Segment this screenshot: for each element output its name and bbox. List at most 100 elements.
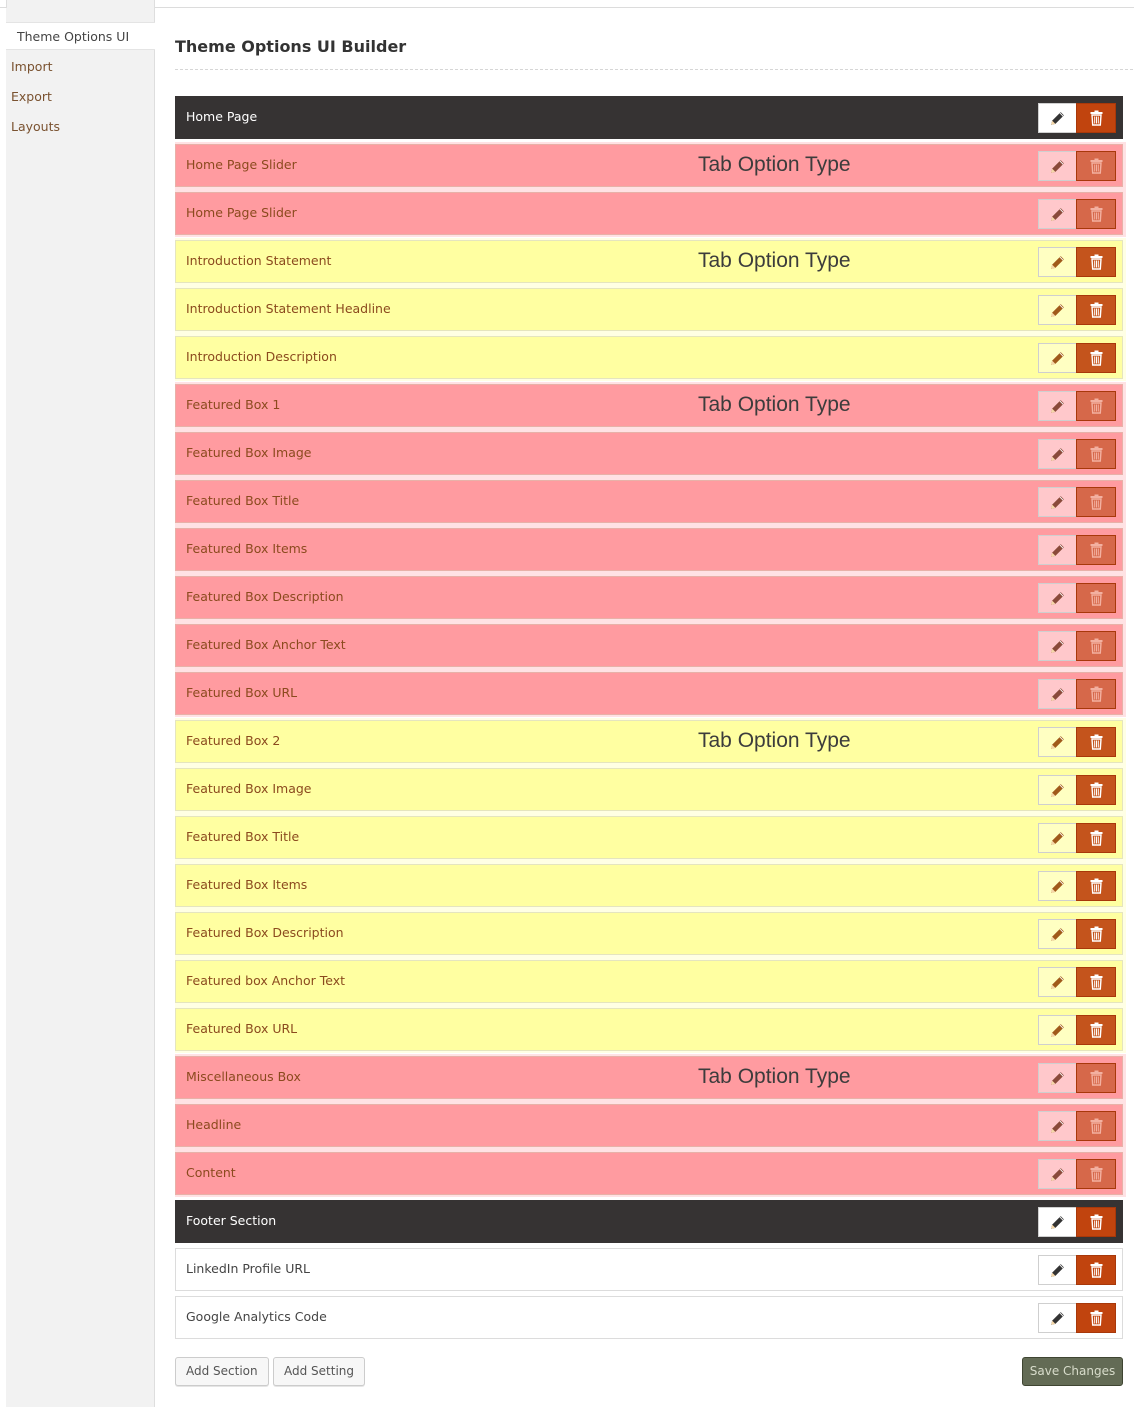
edit-button[interactable]	[1038, 343, 1077, 373]
setting-row[interactable]: Featured Box Description	[175, 576, 1123, 619]
trash-icon	[1089, 878, 1104, 894]
row-label: Home Page	[186, 109, 258, 124]
setting-row[interactable]: Miscellaneous Box Tab Option Type	[175, 1056, 1123, 1099]
sidebar-item-import[interactable]: Import	[11, 59, 53, 74]
pencil-icon	[1049, 590, 1066, 607]
edit-button[interactable]	[1038, 1207, 1077, 1237]
delete-button[interactable]	[1076, 967, 1116, 997]
edit-button[interactable]	[1038, 535, 1077, 565]
row-label: Home Page Slider	[186, 157, 297, 172]
edit-button[interactable]	[1038, 247, 1077, 277]
setting-row[interactable]: Featured Box Description	[175, 912, 1123, 955]
delete-button[interactable]	[1076, 1015, 1116, 1045]
edit-button[interactable]	[1038, 439, 1077, 469]
delete-button[interactable]	[1076, 1159, 1116, 1189]
delete-button[interactable]	[1076, 391, 1116, 421]
sidebar-item-export[interactable]: Export	[11, 89, 52, 104]
delete-button[interactable]	[1076, 247, 1116, 277]
row-label: Footer Section	[186, 1213, 277, 1228]
delete-button[interactable]	[1076, 103, 1116, 133]
delete-button[interactable]	[1076, 727, 1116, 757]
setting-row[interactable]: Featured Box Items	[175, 528, 1123, 571]
edit-button[interactable]	[1038, 679, 1077, 709]
edit-button[interactable]	[1038, 631, 1077, 661]
setting-row[interactable]: Headline	[175, 1104, 1123, 1147]
setting-row[interactable]: Featured Box Items	[175, 864, 1123, 907]
trash-icon	[1089, 830, 1104, 846]
edit-button[interactable]	[1038, 1159, 1077, 1189]
edit-button[interactable]	[1038, 1015, 1077, 1045]
trash-icon	[1089, 350, 1104, 366]
delete-button[interactable]	[1076, 295, 1116, 325]
delete-button[interactable]	[1076, 199, 1116, 229]
setting-row[interactable]: Introduction Statement Headline	[175, 288, 1123, 331]
edit-button[interactable]	[1038, 1063, 1077, 1093]
delete-button[interactable]	[1076, 823, 1116, 853]
edit-button[interactable]	[1038, 727, 1077, 757]
setting-row[interactable]: Featured Box 2 Tab Option Type	[175, 720, 1123, 763]
setting-row[interactable]: Featured Box Image	[175, 768, 1123, 811]
add-setting-button[interactable]: Add Setting	[273, 1357, 366, 1386]
trash-icon	[1089, 542, 1104, 558]
delete-button[interactable]	[1076, 1207, 1116, 1237]
setting-row[interactable]: Home Page Slider Tab Option Type	[175, 144, 1123, 187]
delete-button[interactable]	[1076, 151, 1116, 181]
delete-button[interactable]	[1076, 535, 1116, 565]
edit-button[interactable]	[1038, 487, 1077, 517]
edit-button[interactable]	[1038, 1255, 1077, 1285]
setting-row[interactable]: Home Page Slider	[175, 192, 1123, 235]
edit-button[interactable]	[1038, 295, 1077, 325]
delete-button[interactable]	[1076, 343, 1116, 373]
setting-row[interactable]: Featured Box 1 Tab Option Type	[175, 384, 1123, 427]
delete-button[interactable]	[1076, 919, 1116, 949]
setting-row[interactable]: Introduction Statement Tab Option Type	[175, 240, 1123, 283]
delete-button[interactable]	[1076, 775, 1116, 805]
setting-row[interactable]: Featured Box URL	[175, 672, 1123, 715]
setting-row[interactable]: Featured Box Title	[175, 480, 1123, 523]
delete-button[interactable]	[1076, 1111, 1116, 1141]
edit-button[interactable]	[1038, 871, 1077, 901]
delete-button[interactable]	[1076, 487, 1116, 517]
row-label: Miscellaneous Box	[186, 1069, 301, 1084]
sidebar-item-layouts[interactable]: Layouts	[11, 119, 60, 134]
trash-icon	[1089, 686, 1104, 702]
save-changes-button[interactable]: Save Changes	[1022, 1357, 1123, 1386]
delete-button[interactable]	[1076, 439, 1116, 469]
setting-row[interactable]: LinkedIn Profile URL	[175, 1248, 1123, 1291]
pencil-icon	[1049, 1262, 1066, 1279]
delete-button[interactable]	[1076, 631, 1116, 661]
delete-button[interactable]	[1076, 1063, 1116, 1093]
delete-button[interactable]	[1076, 1255, 1116, 1285]
section-row[interactable]: Footer Section	[175, 1200, 1123, 1243]
setting-row[interactable]: Featured Box Anchor Text	[175, 624, 1123, 667]
setting-row[interactable]: Featured box Anchor Text	[175, 960, 1123, 1003]
edit-button[interactable]	[1038, 967, 1077, 997]
edit-button[interactable]	[1038, 103, 1077, 133]
edit-button[interactable]	[1038, 1111, 1077, 1141]
delete-button[interactable]	[1076, 583, 1116, 613]
delete-button[interactable]	[1076, 679, 1116, 709]
trash-icon	[1089, 974, 1104, 990]
setting-row[interactable]: Featured Box URL	[175, 1008, 1123, 1051]
delete-button[interactable]	[1076, 1303, 1116, 1333]
setting-row[interactable]: Content	[175, 1152, 1123, 1195]
edit-button[interactable]	[1038, 775, 1077, 805]
setting-row[interactable]: Google Analytics Code	[175, 1296, 1123, 1339]
setting-row[interactable]: Introduction Description	[175, 336, 1123, 379]
setting-row[interactable]: Featured Box Title	[175, 816, 1123, 859]
edit-button[interactable]	[1038, 1303, 1077, 1333]
edit-button[interactable]	[1038, 919, 1077, 949]
setting-row[interactable]: Featured Box Image	[175, 432, 1123, 475]
edit-button[interactable]	[1038, 151, 1077, 181]
edit-button[interactable]	[1038, 583, 1077, 613]
pencil-icon	[1049, 1022, 1066, 1039]
section-row[interactable]: Home Page	[175, 96, 1123, 139]
delete-button[interactable]	[1076, 871, 1116, 901]
sidebar-item-theme-options-ui[interactable]: Theme Options UI	[6, 22, 155, 50]
row-label: Home Page Slider	[186, 205, 297, 220]
edit-button[interactable]	[1038, 823, 1077, 853]
pencil-icon	[1049, 974, 1066, 991]
edit-button[interactable]	[1038, 199, 1077, 229]
edit-button[interactable]	[1038, 391, 1077, 421]
add-section-button[interactable]: Add Section	[175, 1357, 269, 1386]
